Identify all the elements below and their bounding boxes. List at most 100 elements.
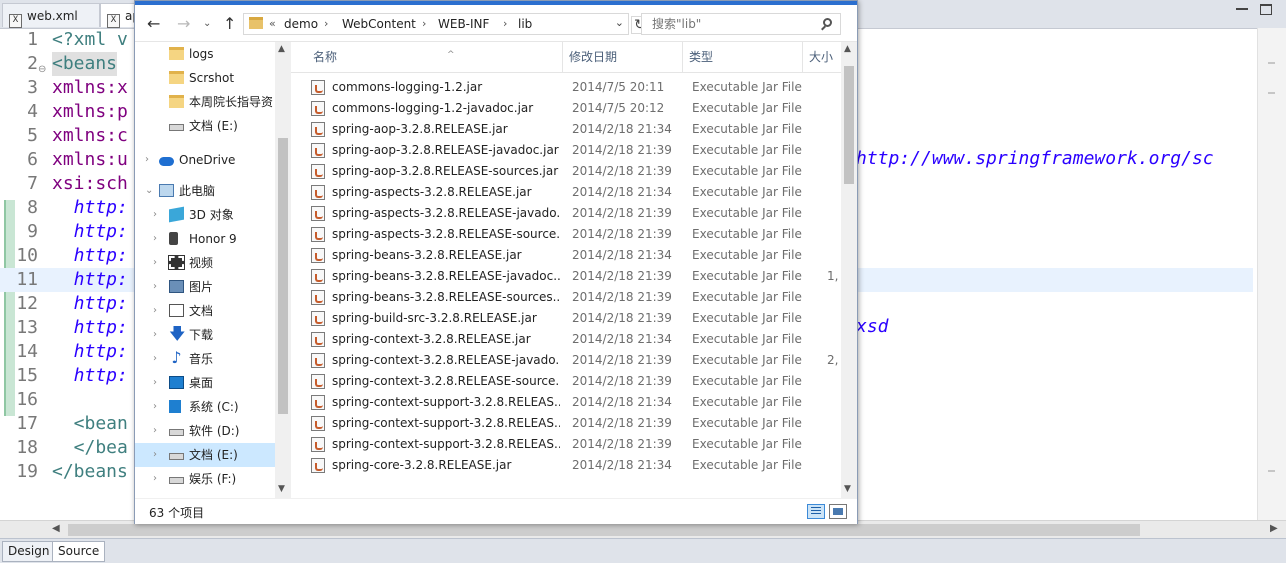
file-row[interactable]: spring-core-3.2.8.RELEASE.jar 2014/2/18 2… — [311, 455, 841, 476]
details-view-icon[interactable] — [807, 504, 825, 519]
scroll-down-icon[interactable]: ▼ — [844, 484, 851, 494]
file-row[interactable]: spring-context-support-3.2.8.RELEAS... 20… — [311, 413, 841, 434]
chevron-right-icon[interactable]: › — [153, 419, 157, 443]
maximize-icon[interactable] — [1260, 4, 1272, 15]
breadcrumb-overflow[interactable]: « — [269, 17, 276, 30]
scroll-thumb[interactable] — [844, 66, 854, 184]
address-dropdown-chevron-icon[interactable]: ⌄ — [615, 16, 624, 29]
search-icon[interactable] — [823, 18, 832, 27]
editor-mode-tabs: Design Source — [0, 538, 1286, 563]
tab-design[interactable]: Design — [2, 541, 56, 562]
code-text: xmlns:x — [52, 77, 128, 98]
jar-file-icon — [311, 311, 325, 326]
file-row[interactable]: spring-context-support-3.2.8.RELEAS... 20… — [311, 434, 841, 455]
file-row[interactable]: spring-context-support-3.2.8.RELEAS... 20… — [311, 392, 841, 413]
chevron-right-icon[interactable]: › — [153, 275, 157, 299]
chevron-right-icon[interactable]: › — [153, 395, 157, 419]
file-row[interactable]: commons-logging-1.2-javadoc.jar 2014/7/5 … — [311, 98, 841, 119]
nav-item[interactable]: › OneDrive — [135, 148, 275, 172]
ruler-mark — [1268, 470, 1275, 472]
file-row[interactable]: spring-beans-3.2.8.RELEASE.jar 2014/2/18 … — [311, 245, 841, 266]
search-box[interactable] — [641, 13, 841, 35]
tab-web-xml[interactable]: Xweb.xml — [2, 3, 100, 28]
nav-item[interactable]: › 软件 (D:) — [135, 419, 275, 443]
nav-item[interactable]: › ♪ 音乐 — [135, 347, 275, 371]
chevron-right-icon[interactable]: › — [153, 347, 157, 371]
column-header-name[interactable]: 名称 ^ — [307, 42, 563, 72]
editor-overview-ruler[interactable] — [1257, 28, 1286, 520]
nav-scrollbar[interactable]: ▲ ▼ — [275, 42, 291, 498]
file-row[interactable]: spring-context-3.2.8.RELEASE-javado... 20… — [311, 350, 841, 371]
chevron-right-icon[interactable]: › — [153, 251, 157, 275]
breadcrumb-demo[interactable]: demo — [284, 17, 318, 31]
chevron-right-icon[interactable]: › — [153, 203, 157, 227]
scroll-down-icon[interactable]: ▼ — [278, 484, 285, 494]
code-text: http: — [52, 197, 128, 218]
breadcrumb-lib[interactable]: lib — [518, 17, 532, 31]
nav-item[interactable]: 本周院长指导资 — [135, 90, 275, 114]
nav-item[interactable]: 文档 (E:) — [135, 114, 275, 138]
nav-item[interactable]: Scrshot — [135, 66, 275, 90]
nav-item[interactable]: › 文档 — [135, 299, 275, 323]
nav-item[interactable]: › Honor 9 — [135, 227, 275, 251]
nav-item[interactable]: › 娱乐 (F:) — [135, 467, 275, 491]
file-row[interactable]: spring-aspects-3.2.8.RELEASE-javado... 20… — [311, 203, 841, 224]
file-row[interactable]: spring-context-3.2.8.RELEASE.jar 2014/2/1… — [311, 329, 841, 350]
scroll-left-icon[interactable]: ◀ — [52, 523, 60, 534]
file-row[interactable]: spring-build-src-3.2.8.RELEASE.jar 2014/2… — [311, 308, 841, 329]
file-row[interactable]: spring-aop-3.2.8.RELEASE.jar 2014/2/18 21… — [311, 119, 841, 140]
search-input[interactable] — [650, 16, 814, 32]
large-icons-view-icon[interactable] — [829, 504, 847, 519]
jar-file-icon — [311, 206, 325, 221]
nav-item[interactable]: › 系统 (C:) — [135, 395, 275, 419]
nav-item[interactable]: › 桌面 — [135, 371, 275, 395]
scroll-thumb[interactable] — [278, 138, 288, 414]
column-header-type[interactable]: 类型 — [683, 42, 803, 72]
nav-item[interactable]: › 🡇 下载 — [135, 323, 275, 347]
chevron-right-icon[interactable]: › — [153, 323, 157, 347]
scroll-up-icon[interactable]: ▲ — [844, 44, 851, 54]
nav-item[interactable]: ⌄ 此电脑 — [135, 179, 275, 203]
file-row[interactable]: spring-aspects-3.2.8.RELEASE.jar 2014/2/1… — [311, 182, 841, 203]
file-row[interactable]: spring-aop-3.2.8.RELEASE-javadoc.jar 2014… — [311, 140, 841, 161]
recent-locations-chevron-icon[interactable]: ⌄ — [203, 18, 211, 29]
chevron-right-icon[interactable]: › — [153, 227, 157, 251]
file-row[interactable]: spring-aspects-3.2.8.RELEASE-source... 20… — [311, 224, 841, 245]
nav-item[interactable]: › 视频 — [135, 251, 275, 275]
file-row[interactable]: spring-aop-3.2.8.RELEASE-sources.jar 2014… — [311, 161, 841, 182]
nav-item[interactable]: › 图片 — [135, 275, 275, 299]
file-type: Executable Jar File — [692, 290, 802, 304]
up-arrow-icon[interactable]: ↑ — [223, 14, 236, 33]
chevron-right-icon[interactable]: › — [153, 299, 157, 323]
xml-file-icon: X — [9, 14, 22, 28]
title-bar[interactable] — [135, 1, 857, 5]
breadcrumb-webcontent[interactable]: WebContent — [342, 17, 416, 31]
file-type: Executable Jar File — [692, 122, 802, 136]
file-row[interactable]: commons-logging-1.2.jar 2014/7/5 20:11 Exe… — [311, 77, 841, 98]
address-bar[interactable]: « demo › WebContent › WEB-INF › lib ⌄ — [243, 13, 629, 35]
address-row: ← → ⌄ ↑ « demo › WebContent › WEB-INF › … — [135, 7, 857, 42]
chevron-right-icon[interactable]: › — [153, 467, 157, 491]
breadcrumb-web-inf[interactable]: WEB-INF — [438, 17, 489, 31]
chevron-right-icon[interactable]: › — [153, 371, 157, 395]
file-row[interactable]: spring-context-3.2.8.RELEASE-source... 20… — [311, 371, 841, 392]
nav-item[interactable]: logs — [135, 42, 275, 66]
chevron-right-icon[interactable]: › — [153, 443, 157, 467]
column-header-size[interactable]: 大小 — [803, 42, 841, 72]
tab-source[interactable]: Source — [52, 541, 106, 562]
list-scrollbar[interactable]: ▲ ▼ — [841, 42, 857, 498]
nav-item[interactable]: › 3D 对象 — [135, 203, 275, 227]
back-arrow-icon[interactable]: ← — [147, 14, 160, 33]
scroll-up-icon[interactable]: ▲ — [278, 44, 285, 54]
file-row[interactable]: spring-beans-3.2.8.RELEASE-javadoc.... 20… — [311, 266, 841, 287]
chevron-down-icon[interactable]: ⌄ — [145, 179, 153, 203]
chevron-right-icon[interactable]: › — [145, 148, 149, 172]
column-header-date[interactable]: 修改日期 — [563, 42, 683, 72]
scroll-thumb[interactable] — [68, 524, 1140, 536]
nav-item[interactable]: › 文档 (E:) — [135, 443, 275, 467]
scroll-right-icon[interactable]: ▶ — [1270, 523, 1278, 534]
file-date: 2014/2/18 21:39 — [572, 269, 672, 283]
file-row[interactable]: spring-beans-3.2.8.RELEASE-sources.... 20… — [311, 287, 841, 308]
minimize-icon[interactable] — [1236, 6, 1248, 10]
forward-arrow-icon[interactable]: → — [177, 14, 190, 33]
